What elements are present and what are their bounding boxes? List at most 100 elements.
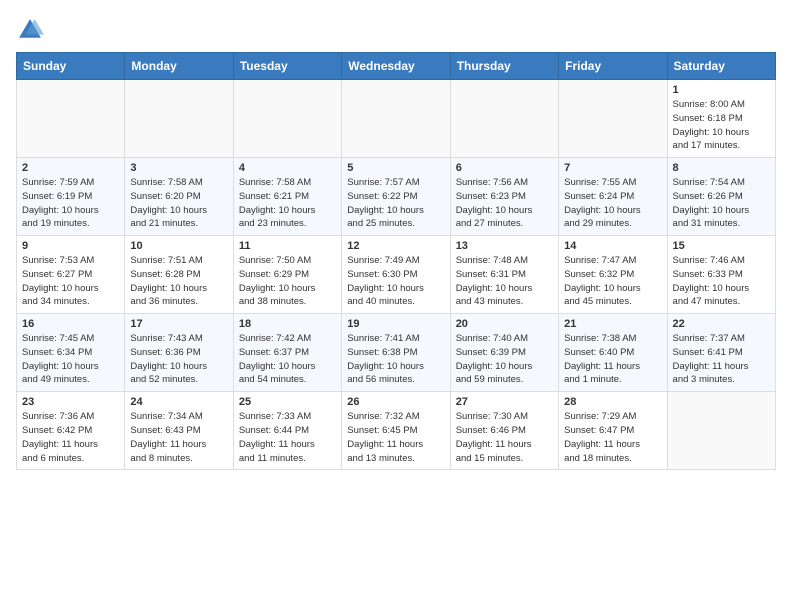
calendar-cell: 20 Sunrise: 7:40 AMSunset: 6:39 PMDayligh… xyxy=(450,314,558,392)
calendar-table: SundayMondayTuesdayWednesdayThursdayFrid… xyxy=(16,52,776,470)
day-number: 26 xyxy=(347,396,444,408)
calendar-cell xyxy=(17,80,125,158)
day-info: Sunrise: 7:34 AMSunset: 6:43 PMDaylight:… xyxy=(130,410,227,465)
day-number: 11 xyxy=(239,240,336,252)
weekday-header: Wednesday xyxy=(342,53,450,80)
calendar-cell: 21 Sunrise: 7:38 AMSunset: 6:40 PMDayligh… xyxy=(559,314,667,392)
day-info: Sunrise: 7:46 AMSunset: 6:33 PMDaylight:… xyxy=(673,254,770,309)
day-info: Sunrise: 7:41 AMSunset: 6:38 PMDaylight:… xyxy=(347,332,444,387)
weekday-header: Friday xyxy=(559,53,667,80)
calendar-cell: 4 Sunrise: 7:58 AMSunset: 6:21 PMDaylight… xyxy=(233,158,341,236)
calendar-cell: 14 Sunrise: 7:47 AMSunset: 6:32 PMDayligh… xyxy=(559,236,667,314)
day-info: Sunrise: 7:29 AMSunset: 6:47 PMDaylight:… xyxy=(564,410,661,465)
day-number: 5 xyxy=(347,162,444,174)
day-info: Sunrise: 7:40 AMSunset: 6:39 PMDaylight:… xyxy=(456,332,553,387)
calendar-cell: 23 Sunrise: 7:36 AMSunset: 6:42 PMDayligh… xyxy=(17,392,125,470)
calendar-cell xyxy=(559,80,667,158)
calendar-cell xyxy=(450,80,558,158)
day-number: 17 xyxy=(130,318,227,330)
day-number: 24 xyxy=(130,396,227,408)
day-info: Sunrise: 7:59 AMSunset: 6:19 PMDaylight:… xyxy=(22,176,119,231)
calendar-week-row: 23 Sunrise: 7:36 AMSunset: 6:42 PMDayligh… xyxy=(17,392,776,470)
day-number: 2 xyxy=(22,162,119,174)
day-info: Sunrise: 7:53 AMSunset: 6:27 PMDaylight:… xyxy=(22,254,119,309)
day-number: 7 xyxy=(564,162,661,174)
day-number: 6 xyxy=(456,162,553,174)
calendar-cell xyxy=(342,80,450,158)
day-info: Sunrise: 7:55 AMSunset: 6:24 PMDaylight:… xyxy=(564,176,661,231)
day-info: Sunrise: 7:48 AMSunset: 6:31 PMDaylight:… xyxy=(456,254,553,309)
calendar-cell: 5Sunrise: 7:57 AMSunset: 6:22 PMDaylight… xyxy=(342,158,450,236)
calendar-cell: 25 Sunrise: 7:33 AMSunset: 6:44 PMDayligh… xyxy=(233,392,341,470)
calendar-cell xyxy=(233,80,341,158)
weekday-header: Tuesday xyxy=(233,53,341,80)
weekday-header: Saturday xyxy=(667,53,775,80)
calendar-week-row: 2 Sunrise: 7:59 AMSunset: 6:19 PMDaylight… xyxy=(17,158,776,236)
calendar-cell: 19 Sunrise: 7:41 AMSunset: 6:38 PMDayligh… xyxy=(342,314,450,392)
day-number: 4 xyxy=(239,162,336,174)
calendar-cell: 27Sunrise: 7:30 AMSunset: 6:46 PMDayligh… xyxy=(450,392,558,470)
calendar-cell: 15 Sunrise: 7:46 AMSunset: 6:33 PMDayligh… xyxy=(667,236,775,314)
day-info: Sunrise: 7:43 AMSunset: 6:36 PMDaylight:… xyxy=(130,332,227,387)
page-header xyxy=(16,16,776,44)
weekday-header: Sunday xyxy=(17,53,125,80)
calendar-cell: 11 Sunrise: 7:50 AMSunset: 6:29 PMDayligh… xyxy=(233,236,341,314)
calendar-cell: 7 Sunrise: 7:55 AMSunset: 6:24 PMDaylight… xyxy=(559,158,667,236)
calendar-cell: 24 Sunrise: 7:34 AMSunset: 6:43 PMDayligh… xyxy=(125,392,233,470)
calendar-cell: 17 Sunrise: 7:43 AMSunset: 6:36 PMDayligh… xyxy=(125,314,233,392)
day-number: 23 xyxy=(22,396,119,408)
calendar-cell: 1Sunrise: 8:00 AMSunset: 6:18 PMDaylight… xyxy=(667,80,775,158)
calendar-cell: 6Sunrise: 7:56 AMSunset: 6:23 PMDaylight… xyxy=(450,158,558,236)
calendar-cell: 3 Sunrise: 7:58 AMSunset: 6:20 PMDaylight… xyxy=(125,158,233,236)
calendar-week-row: 16 Sunrise: 7:45 AMSunset: 6:34 PMDayligh… xyxy=(17,314,776,392)
calendar-cell: 13 Sunrise: 7:48 AMSunset: 6:31 PMDayligh… xyxy=(450,236,558,314)
day-number: 16 xyxy=(22,318,119,330)
day-number: 3 xyxy=(130,162,227,174)
calendar-cell: 12 Sunrise: 7:49 AMSunset: 6:30 PMDayligh… xyxy=(342,236,450,314)
day-number: 14 xyxy=(564,240,661,252)
day-info: Sunrise: 7:51 AMSunset: 6:28 PMDaylight:… xyxy=(130,254,227,309)
day-info: Sunrise: 7:33 AMSunset: 6:44 PMDaylight:… xyxy=(239,410,336,465)
calendar-header-row: SundayMondayTuesdayWednesdayThursdayFrid… xyxy=(17,53,776,80)
day-info: Sunrise: 7:36 AMSunset: 6:42 PMDaylight:… xyxy=(22,410,119,465)
weekday-header: Monday xyxy=(125,53,233,80)
day-info: Sunrise: 7:45 AMSunset: 6:34 PMDaylight:… xyxy=(22,332,119,387)
day-info: Sunrise: 7:50 AMSunset: 6:29 PMDaylight:… xyxy=(239,254,336,309)
day-info: Sunrise: 7:58 AMSunset: 6:21 PMDaylight:… xyxy=(239,176,336,231)
day-number: 15 xyxy=(673,240,770,252)
day-info: Sunrise: 7:32 AMSunset: 6:45 PMDaylight:… xyxy=(347,410,444,465)
day-number: 8 xyxy=(673,162,770,174)
calendar-cell: 2 Sunrise: 7:59 AMSunset: 6:19 PMDaylight… xyxy=(17,158,125,236)
day-number: 25 xyxy=(239,396,336,408)
day-number: 28 xyxy=(564,396,661,408)
day-number: 20 xyxy=(456,318,553,330)
day-info: Sunrise: 7:47 AMSunset: 6:32 PMDaylight:… xyxy=(564,254,661,309)
calendar-cell xyxy=(125,80,233,158)
day-info: Sunrise: 7:58 AMSunset: 6:20 PMDaylight:… xyxy=(130,176,227,231)
day-info: Sunrise: 7:42 AMSunset: 6:37 PMDaylight:… xyxy=(239,332,336,387)
day-number: 18 xyxy=(239,318,336,330)
day-info: Sunrise: 7:30 AMSunset: 6:46 PMDaylight:… xyxy=(456,410,553,465)
day-info: Sunrise: 7:49 AMSunset: 6:30 PMDaylight:… xyxy=(347,254,444,309)
calendar-week-row: 1Sunrise: 8:00 AMSunset: 6:18 PMDaylight… xyxy=(17,80,776,158)
calendar-cell: 9 Sunrise: 7:53 AMSunset: 6:27 PMDaylight… xyxy=(17,236,125,314)
day-number: 13 xyxy=(456,240,553,252)
day-number: 12 xyxy=(347,240,444,252)
day-number: 9 xyxy=(22,240,119,252)
weekday-header: Thursday xyxy=(450,53,558,80)
day-number: 21 xyxy=(564,318,661,330)
day-number: 1 xyxy=(673,84,770,96)
calendar-cell: 28 Sunrise: 7:29 AMSunset: 6:47 PMDayligh… xyxy=(559,392,667,470)
calendar-week-row: 9 Sunrise: 7:53 AMSunset: 6:27 PMDaylight… xyxy=(17,236,776,314)
day-number: 10 xyxy=(130,240,227,252)
calendar-cell: 10 Sunrise: 7:51 AMSunset: 6:28 PMDayligh… xyxy=(125,236,233,314)
day-info: Sunrise: 7:37 AMSunset: 6:41 PMDaylight:… xyxy=(673,332,770,387)
calendar-cell: 18 Sunrise: 7:42 AMSunset: 6:37 PMDayligh… xyxy=(233,314,341,392)
day-info: Sunrise: 7:38 AMSunset: 6:40 PMDaylight:… xyxy=(564,332,661,387)
calendar-cell: 16 Sunrise: 7:45 AMSunset: 6:34 PMDayligh… xyxy=(17,314,125,392)
logo-icon xyxy=(16,16,44,44)
calendar-cell: 26 Sunrise: 7:32 AMSunset: 6:45 PMDayligh… xyxy=(342,392,450,470)
day-number: 19 xyxy=(347,318,444,330)
day-number: 22 xyxy=(673,318,770,330)
day-info: Sunrise: 7:54 AMSunset: 6:26 PMDaylight:… xyxy=(673,176,770,231)
